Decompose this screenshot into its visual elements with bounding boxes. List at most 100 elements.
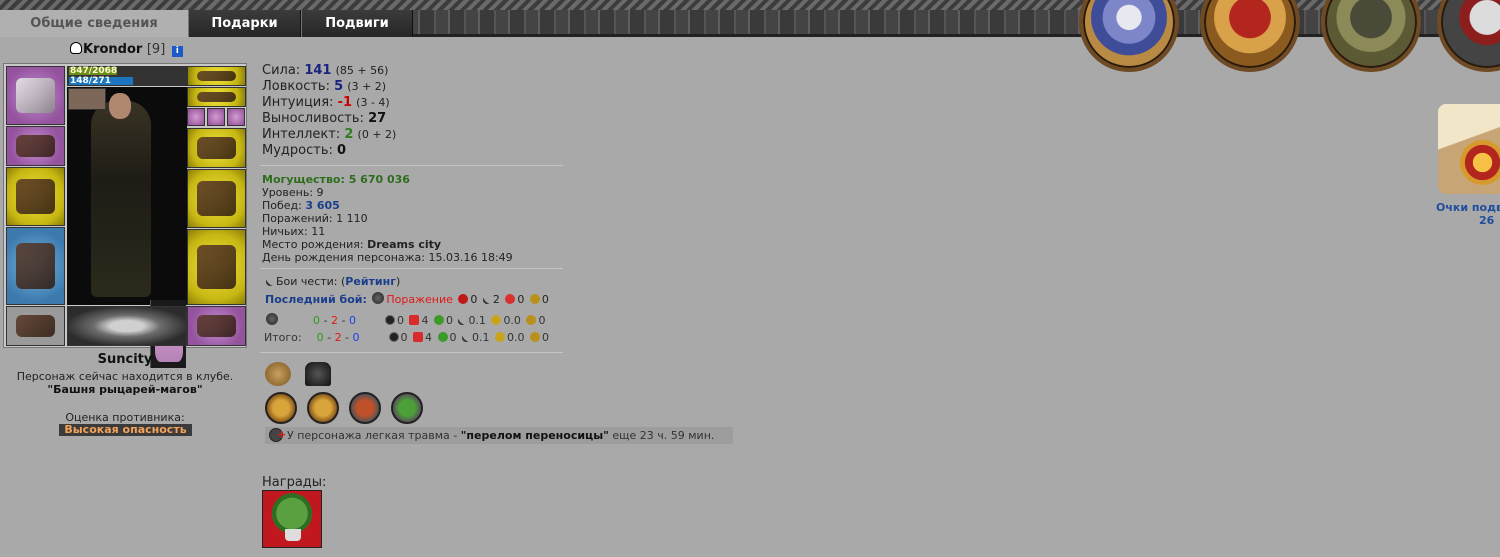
trauma-prefix: У персонажа легкая травма - [287, 429, 461, 442]
offhand-slot[interactable] [187, 169, 246, 228]
totals-row: 0 - 2 - 0 0 4 0 0.1 0.0 0 [264, 313, 545, 327]
skull-medal-icon[interactable] [1437, 0, 1500, 72]
last-sword-count: 2 [492, 293, 500, 306]
stat-value: 27 [368, 111, 387, 126]
crown-medal-icon[interactable] [1079, 0, 1179, 72]
shield-icon [530, 332, 541, 342]
belt-slot[interactable] [6, 306, 65, 346]
achievement-points-label[interactable]: Очки подв [1436, 201, 1500, 214]
stat-count: 0 [396, 314, 404, 327]
birthplace-label: Место рождения: [262, 238, 368, 251]
earrings-slot[interactable] [187, 66, 246, 86]
award-pot [285, 529, 301, 541]
honor-close: ) [395, 275, 401, 288]
stat-value: -1 [337, 95, 353, 110]
draws-count: 0 [352, 331, 360, 344]
character-name-line: Krondor [9] i [70, 42, 183, 57]
clover-ability-icon[interactable] [391, 392, 423, 424]
last-skull-count: 0 [470, 293, 478, 306]
stat-count: 0 [449, 331, 457, 344]
stat-count: 0.0 [507, 331, 525, 344]
city-name[interactable]: Suncity [0, 352, 250, 367]
belt-item-icon [15, 314, 56, 338]
tab-achievements[interactable]: Подвиги [301, 10, 413, 37]
bracers-slot[interactable] [6, 126, 65, 166]
green-cross-icon [433, 315, 444, 325]
character-avatar[interactable] [67, 87, 187, 305]
dark-shield-icon [388, 332, 399, 342]
ring-slot-2[interactable] [207, 108, 225, 126]
crossbow-medal-icon[interactable] [1321, 0, 1421, 72]
rank-medal-icon[interactable] [1200, 0, 1300, 72]
helmet-slot[interactable] [6, 66, 65, 125]
yellow-cross-icon [495, 332, 506, 342]
tab-gifts[interactable]: Подарки [188, 10, 301, 37]
cross-icon [505, 294, 516, 304]
scroll-ability-icon[interactable] [307, 392, 339, 424]
mp-text: 148/271 [70, 76, 111, 86]
info-icon[interactable]: i [171, 46, 183, 57]
amulet-slot[interactable] [187, 87, 246, 107]
armor-slot[interactable] [6, 227, 65, 305]
stats-block: Сила: 141 (85 + 56) Ловкость: 5 (3 + 2) … [262, 63, 396, 159]
stat-label: Сила: [262, 63, 305, 78]
achievement-points-value: 26 [1479, 214, 1495, 227]
last-shield-count: 0 [541, 293, 549, 306]
shield-icon [526, 315, 537, 325]
divider [260, 165, 563, 166]
wheat-ability-icon[interactable] [265, 392, 297, 424]
draws-label: Ничьих: [262, 225, 312, 238]
ring-slot-3[interactable] [227, 108, 245, 126]
stat-label: Выносливость: [262, 111, 369, 126]
stat-count: 0.0 [503, 314, 521, 327]
tab-general-info[interactable]: Общие сведения [0, 10, 188, 37]
last-fight-result[interactable]: Поражение [386, 293, 453, 306]
stat-row: Интеллект: 2 (0 + 2) [262, 127, 396, 143]
gloves-item-icon [196, 136, 237, 160]
stat-row: Мудрость: 0 [262, 143, 396, 159]
tree-award-icon[interactable] [262, 490, 322, 548]
weapon-slot[interactable] [6, 167, 65, 226]
stat-breakdown: (3 - 4) [356, 96, 390, 109]
honor-label: Бои чести: ( [276, 275, 346, 288]
fire-ability-icon[interactable] [349, 392, 381, 424]
green-cross-icon [437, 332, 448, 342]
compass-icon[interactable] [265, 362, 291, 386]
boots-slot[interactable] [187, 306, 246, 346]
stat-value: 141 [304, 63, 332, 78]
last-fight: Последний бой: Поражение 0 2 0 0 [265, 292, 549, 306]
losses-value: 1 110 [336, 212, 368, 225]
skull-icon [458, 294, 469, 304]
pants-slot[interactable] [187, 229, 246, 305]
stat-count: 0 [400, 331, 408, 344]
trauma-name: "перелом переносицы" [460, 429, 609, 442]
divider [260, 352, 563, 353]
trauma-plus-icon: + [277, 428, 287, 441]
character-name: Krondor [83, 42, 143, 57]
clan-emblem[interactable] [67, 306, 187, 346]
sword-icon [481, 294, 493, 306]
earrings-item-icon [196, 70, 237, 82]
last-fight-label: Последний бой: [265, 293, 367, 306]
club-status: Персонаж сейчас находится в клубе. [16, 370, 234, 383]
divider [260, 268, 563, 269]
fight-icon [372, 292, 385, 304]
wins-value: 3 605 [305, 199, 340, 212]
stat-value: 2 [344, 127, 354, 142]
rating-link[interactable]: Рейтинг [345, 275, 396, 288]
stat-count: 0 [538, 314, 546, 327]
buff-icon[interactable] [68, 88, 106, 110]
level-value: 9 [316, 186, 324, 199]
ring-slot-1[interactable] [187, 108, 205, 126]
knight-icon[interactable] [305, 362, 331, 386]
totals-row-label: Итого: [264, 331, 302, 344]
losses-label: Поражений: [262, 212, 337, 225]
dark-shield-icon [384, 315, 395, 325]
shield-item-icon [196, 181, 237, 216]
draws-value: 11 [311, 225, 326, 238]
fight-icon [266, 313, 278, 325]
stat-label: Ловкость: [262, 79, 335, 94]
armor-item-icon [15, 243, 56, 289]
stat-row: Выносливость: 27 [262, 111, 396, 127]
gloves-slot[interactable] [187, 128, 246, 168]
